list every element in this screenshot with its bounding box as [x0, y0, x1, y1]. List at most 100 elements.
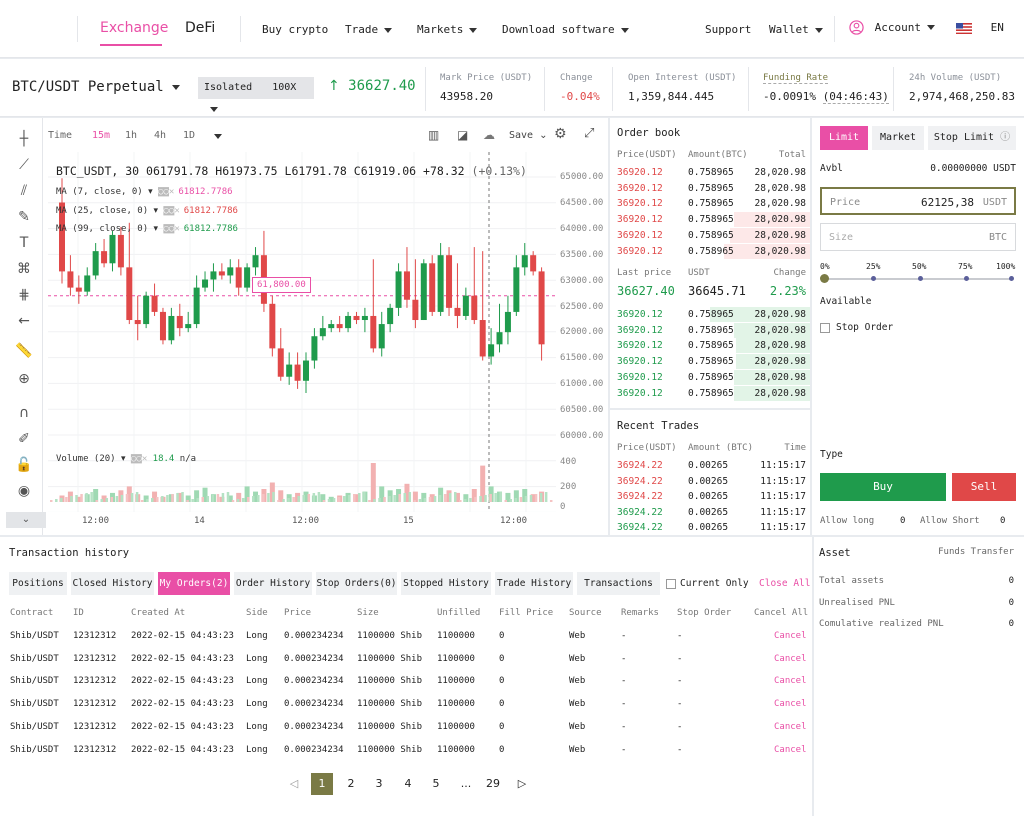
volume-bar	[332, 498, 336, 502]
timeframe-1h[interactable]: 1h	[125, 130, 137, 141]
funds-transfer-link[interactable]: Funds Transfer	[938, 547, 1014, 557]
buy-button[interactable]: Buy	[820, 473, 946, 501]
zoom-in-icon[interactable]: ⊕	[13, 370, 35, 388]
account-menu[interactable]: Account	[849, 20, 935, 35]
row-price: 36920.12	[617, 182, 663, 194]
measure-icon[interactable]: ⋕	[13, 286, 35, 304]
page-button[interactable]: 2	[340, 773, 362, 795]
ask-row[interactable]: 36920.12 0.758965 28,020.98	[610, 227, 810, 243]
history-tab-7[interactable]: Transactions	[577, 572, 660, 595]
current-only-checkbox[interactable]: Current Only	[666, 578, 749, 589]
cancel-button[interactable]: Cancel	[774, 631, 807, 641]
save-button[interactable]: Save ⌄	[509, 130, 548, 141]
history-tab-4[interactable]: Stop Orders(0)	[316, 572, 397, 595]
volume-indicator[interactable]: Volume (20) ▾ ◙◙✕ 18.4 n/a	[56, 454, 196, 464]
bid-row[interactable]: 36920.12 0.758965 28,020.98	[610, 322, 810, 338]
nav-support[interactable]: Support	[705, 23, 751, 36]
volume-bar	[347, 495, 351, 502]
history-tab-3[interactable]: Order History	[234, 572, 312, 595]
pair-selector[interactable]: BTC/USDT Perpetual	[12, 79, 180, 95]
nav-markets[interactable]: Markets	[417, 23, 478, 36]
page-button[interactable]: 4	[397, 773, 419, 795]
size-slider[interactable]: 0% 25% 50% 75% 100%	[820, 258, 1020, 288]
stop-order-checkbox[interactable]: Stop Order	[820, 322, 893, 333]
cancel-button[interactable]: Cancel	[774, 745, 807, 755]
ask-row[interactable]: 36920.12 0.758965 28,020.98	[610, 196, 810, 211]
next-page-icon[interactable]: ▷	[511, 773, 533, 795]
funding-rate-label[interactable]: Funding Rate	[763, 73, 829, 84]
gear-icon[interactable]: ⚙	[554, 126, 567, 142]
size-input[interactable]: Size BTC	[820, 223, 1016, 251]
page-button[interactable]: 29	[482, 773, 504, 795]
cancel-button[interactable]: Cancel	[774, 654, 807, 664]
fullscreen-icon[interactable]: ⤢	[584, 126, 594, 141]
ma25-indicator[interactable]: MA (25, close, 0) ▾ ◙◙✕ 61812.7786	[56, 206, 238, 216]
eye-icon[interactable]: ◉	[13, 482, 35, 500]
bid-row[interactable]: 36920.12 0.758965 28,020.98	[610, 307, 810, 322]
sell-button[interactable]: Sell	[952, 473, 1016, 501]
indicators-icon[interactable]: ▥	[428, 128, 439, 142]
timeframe-time[interactable]: Time	[48, 130, 72, 141]
column-header[interactable]: Cancel All	[754, 608, 808, 618]
bid-row[interactable]: 36920.12 0.758965 28,020.98	[610, 338, 810, 354]
timeframe-15m[interactable]: 15m	[92, 130, 110, 141]
prev-page-icon[interactable]: ◁	[283, 773, 305, 795]
cancel-button[interactable]: Cancel	[774, 722, 807, 732]
cloud-icon[interactable]: ☁	[483, 128, 495, 142]
price-input[interactable]: Price 62125,38 USDT	[820, 187, 1016, 215]
pattern-icon[interactable]: ⌘	[13, 260, 35, 278]
brush-icon[interactable]: ✎	[13, 208, 35, 226]
trend-line-icon[interactable]: ⟋	[13, 156, 35, 174]
nav-trade[interactable]: Trade	[345, 23, 393, 36]
history-tab-0[interactable]: Positions	[9, 572, 67, 595]
arrow-left-icon[interactable]: ←	[13, 312, 35, 330]
trade-row: 36924.22 0.00265 11:15:17	[610, 489, 810, 504]
ask-row[interactable]: 36920.12 0.758965 28,020.98	[610, 243, 810, 259]
history-tab-6[interactable]: Trade History	[495, 572, 573, 595]
collapse-toolbar-button[interactable]: ⌄	[6, 512, 46, 528]
cancel-button[interactable]: Cancel	[774, 676, 807, 686]
history-tab-2[interactable]: My Orders(2)	[158, 572, 230, 595]
fib-tool-icon[interactable]: ⫽	[13, 182, 35, 200]
magnet-icon[interactable]: ∩	[13, 404, 35, 422]
nav-defi-tab[interactable]: DeFi	[185, 20, 215, 36]
pencil-lock-icon[interactable]: ✐	[13, 430, 35, 448]
lock-icon[interactable]: 🔓	[13, 456, 35, 474]
bid-row[interactable]: 36920.12 0.758965 28,020.98	[610, 385, 810, 401]
cancel-button[interactable]: Cancel	[774, 699, 807, 709]
ask-row[interactable]: 36920.12 0.758965 28,020.98	[610, 181, 810, 196]
nav-exchange-tab[interactable]: Exchange	[100, 20, 168, 36]
chevron-down-icon[interactable]	[214, 134, 222, 139]
bid-row[interactable]: 36920.12 0.758965 28,020.98	[610, 369, 810, 385]
history-tab-5[interactable]: Stopped History	[401, 572, 491, 595]
ma99-indicator[interactable]: MA (99, close, 0) ▾ ◙◙✕ 61812.7786	[56, 224, 238, 234]
bid-row[interactable]: 36920.12 0.758965 28,020.98	[610, 354, 810, 370]
page-button[interactable]: 1	[311, 773, 333, 795]
page-button[interactable]: 3	[368, 773, 390, 795]
ask-row[interactable]: 36920.12 0.758965 28,020.98	[610, 165, 810, 180]
ruler-icon[interactable]: 📏	[13, 342, 35, 360]
row-total: 28,020.98	[754, 309, 806, 320]
ma7-indicator[interactable]: MA (7, close, 0) ▾ ◙◙✕ 61812.7786	[56, 187, 233, 197]
ask-row[interactable]: 36920.12 0.758965 28,020.98	[610, 212, 810, 228]
table-cell: -	[621, 699, 627, 710]
volume-bar	[448, 493, 452, 502]
timeframe-1d[interactable]: 1D	[183, 130, 195, 141]
history-tab-1[interactable]: Closed History	[71, 572, 154, 595]
slider-thumb[interactable]	[820, 274, 829, 283]
nav-wallet[interactable]: Wallet	[769, 23, 823, 36]
tab-stop-limit[interactable]: Stop Limit ⓘ	[928, 126, 1016, 150]
chart-type-icon[interactable]: ◪	[457, 128, 468, 142]
page-button[interactable]: 5	[425, 773, 447, 795]
trade-amount: 0.00265	[688, 475, 729, 487]
close-all-button[interactable]: Close All	[759, 578, 810, 589]
nav-buy-crypto[interactable]: Buy crypto	[262, 23, 328, 36]
timeframe-4h[interactable]: 4h	[154, 130, 166, 141]
language-selector[interactable]: EN	[956, 21, 1004, 34]
margin-mode-button[interactable]: Isolated 100X	[198, 77, 314, 112]
nav-download-software[interactable]: Download software	[502, 23, 629, 36]
tab-limit[interactable]: Limit	[820, 126, 868, 150]
text-tool-icon[interactable]: T	[13, 234, 35, 252]
tab-market[interactable]: Market	[872, 126, 924, 150]
crosshair-icon[interactable]: ┼	[13, 130, 35, 148]
